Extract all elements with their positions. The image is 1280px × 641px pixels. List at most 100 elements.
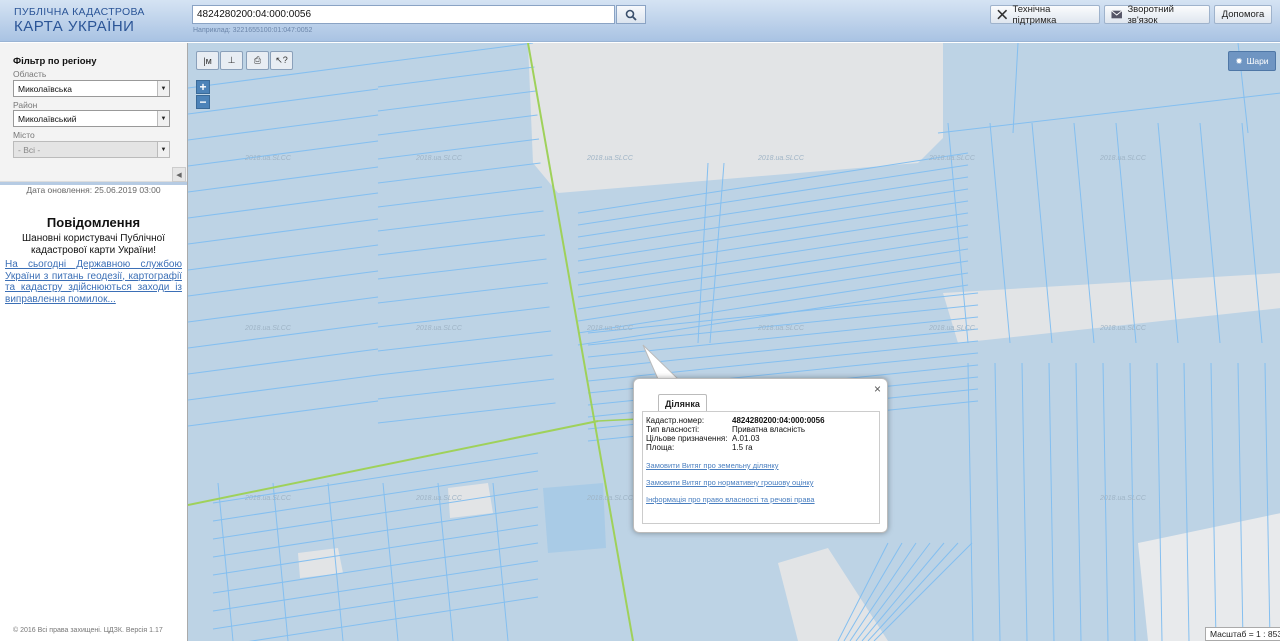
parcel-boundary <box>967 362 974 641</box>
watermark: 2018.ua.SLCC <box>929 155 975 162</box>
parcel-boundary <box>272 482 289 641</box>
popup-body: Кадастр.номер: 4824280200:04:000:0056 Ти… <box>642 411 880 524</box>
watermark: 2018.ua.SLCC <box>245 325 291 332</box>
parcel-boundary <box>994 362 1001 641</box>
watermark: 2018.ua.SLCC <box>758 325 804 332</box>
parcel-boundary <box>188 244 379 271</box>
close-icon[interactable]: × <box>874 382 881 396</box>
watermark: 2018.ua.SLCC <box>1100 495 1146 502</box>
region-filter: Фільтр по регіону Область Миколаївська ▼… <box>0 43 187 182</box>
sidebar: Фільтр по регіону Область Миколаївська ▼… <box>0 43 187 641</box>
cursor-question-icon: ↖? <box>275 55 288 65</box>
gear-icon: ✹ <box>1235 55 1243 66</box>
parcel-boundary <box>937 92 1280 134</box>
measure-area-button[interactable]: ⊥ <box>220 51 243 70</box>
search-icon <box>625 9 637 21</box>
parcel-boundary <box>188 296 379 323</box>
popup-pointer <box>642 344 680 382</box>
parcel-boundary <box>867 542 959 641</box>
field-value: A.01.03 <box>732 434 760 443</box>
search-button[interactable] <box>616 5 646 24</box>
unparcelled-area <box>528 43 943 193</box>
chevron-down-icon: ▼ <box>157 142 169 157</box>
feedback-button[interactable]: Зворотний зв'язок <box>1104 4 1210 26</box>
logo[interactable]: ПУБЛІЧНА КАДАСТРОВА КАРТА УКРАЇНИ <box>14 7 145 34</box>
highlighted-parcel <box>543 483 606 553</box>
field-key: Цільове призначення: <box>646 434 728 443</box>
parcel-boundary <box>188 348 379 375</box>
zoom-in-button[interactable]: + <box>196 80 210 94</box>
logo-line2: КАРТА УКРАЇНИ <box>14 17 135 35</box>
notice-title: Повідомлення <box>46 215 141 230</box>
parcel-boundary <box>377 258 547 280</box>
parcel-boundary <box>188 166 379 193</box>
city-value: - Всі - <box>18 145 41 155</box>
search-box <box>192 5 646 24</box>
logo-line1: ПУБЛІЧНА КАДАСТРОВА <box>14 6 145 18</box>
parcel-boundary <box>577 236 969 298</box>
watermark: 2018.ua.SLCC <box>758 155 804 162</box>
parcel-boundary <box>188 140 379 167</box>
parcel-boundary <box>377 282 549 304</box>
unparcelled-area <box>1138 513 1280 641</box>
measure-length-button[interactable]: |м <box>196 51 219 70</box>
parcel-boundary <box>217 482 234 641</box>
watermark: 2018.ua.SLCC <box>416 155 462 162</box>
notice-text: Шановні користувачі Публічної кадастрово… <box>22 233 165 256</box>
layers-button[interactable]: ✹ Шари <box>1228 51 1276 71</box>
parcel-boundary <box>709 162 725 344</box>
support-label: Технічна підтримка <box>1012 3 1057 26</box>
print-button[interactable]: ⎙ <box>246 51 269 70</box>
scale-indicator: Масштаб = 1 : 8531 <box>1205 627 1280 641</box>
update-date: Дата оновлення: 25.06.2019 03:00 <box>26 185 161 195</box>
collapse-sidebar-button[interactable]: ◀ <box>172 167 186 182</box>
tab-parcel[interactable]: Ділянка <box>658 394 707 412</box>
rayon-select[interactable]: Миколаївський ▼ <box>13 110 170 127</box>
parcel-boundary <box>377 66 535 88</box>
parcel-boundary <box>377 90 537 112</box>
search-input[interactable] <box>192 5 615 24</box>
oblast-select[interactable]: Миколаївська ▼ <box>13 80 170 97</box>
parcel-boundary <box>377 306 550 328</box>
watermark: 2018.ua.SLCC <box>587 495 633 502</box>
parcel-boundary <box>377 43 534 64</box>
layers-label: Шари <box>1246 56 1269 66</box>
field-value: 4824280200:04:000:0056 <box>732 416 825 425</box>
order-extract-link[interactable]: Замовити Витяг про земельну ділянку <box>646 461 779 470</box>
city-select[interactable]: - Всі - ▼ <box>13 141 170 158</box>
parcel-boundary <box>377 186 543 208</box>
parcel-boundary <box>577 188 969 250</box>
field-key: Кадастр.номер: <box>646 416 705 425</box>
support-button[interactable]: Технічна підтримка <box>990 3 1100 26</box>
help-button[interactable]: Допомога <box>1214 5 1272 24</box>
field-value: Приватна власність <box>732 425 806 434</box>
ownership-info-link[interactable]: Інформація про право власності та речові… <box>646 495 815 504</box>
oblast-label: Область <box>13 69 47 79</box>
parcel-boundary <box>1075 362 1082 641</box>
parcel-boundary <box>377 162 541 184</box>
identify-button[interactable]: ↖? <box>270 51 293 70</box>
parcel-boundary <box>377 210 544 232</box>
field-key: Тип власності: <box>646 425 700 434</box>
watermark: 2018.ua.SLCC <box>587 155 633 162</box>
area-icon: ⊥ <box>227 55 236 65</box>
parcel-boundary <box>1102 362 1109 641</box>
map-canvas[interactable]: |м ⊥ ⎙ ↖? + − ✹ Шари 2018.ua.SLCC 2018.u… <box>187 43 1280 641</box>
parcel-map[interactable] <box>188 43 1280 641</box>
parcel-popup: × Ділянка Кадастр.номер: 4824280200:04:0… <box>633 378 888 533</box>
parcel-boundary <box>1021 362 1028 641</box>
copyright: © 2016 Всі права захищені. ЦДЗК. Версія … <box>13 627 163 634</box>
order-valuation-link[interactable]: Замовити Витяг про нормативну грошову оц… <box>646 478 813 487</box>
tools-icon <box>997 9 1008 20</box>
parcel-boundary <box>577 200 969 262</box>
zoom-out-button[interactable]: − <box>196 95 210 109</box>
notice-link[interactable]: На сьогодні Державною службою України з … <box>5 259 182 305</box>
parcel-boundary <box>873 542 973 641</box>
parcel-boundary <box>188 114 379 141</box>
city-label: Місто <box>13 130 35 140</box>
rayon-label: Район <box>13 100 38 110</box>
parcel-boundary <box>861 542 945 641</box>
filter-title: Фільтр по регіону <box>13 56 97 67</box>
envelope-icon <box>1111 10 1123 19</box>
parcel-boundary <box>188 374 379 401</box>
